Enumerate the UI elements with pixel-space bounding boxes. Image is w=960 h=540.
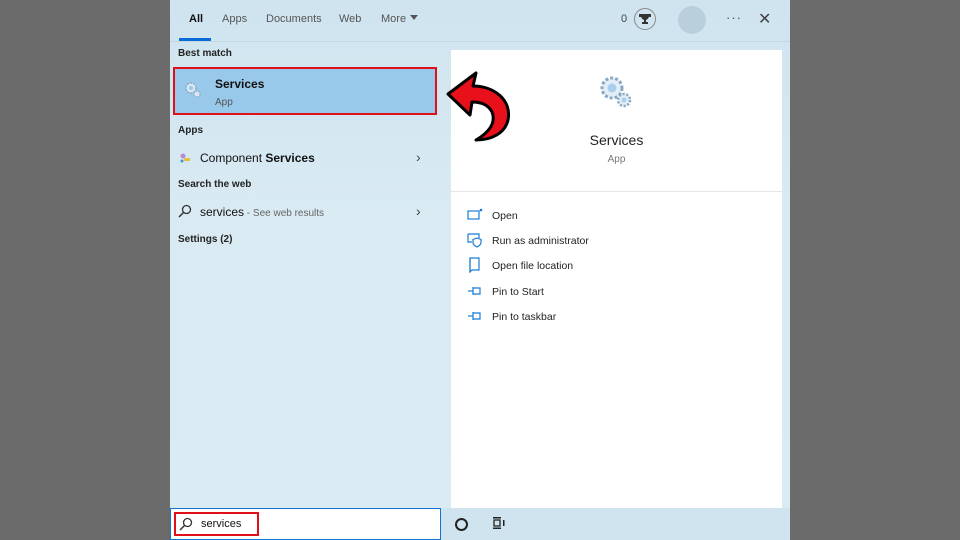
action-label: Run as administrator xyxy=(492,235,589,247)
chevron-right-icon[interactable]: › xyxy=(416,149,421,165)
gears-icon xyxy=(598,74,634,115)
chevron-down-icon xyxy=(410,15,419,20)
divider xyxy=(451,191,782,192)
more-options-icon[interactable]: ··· xyxy=(726,10,742,25)
result-label: Component Services xyxy=(200,151,315,165)
result-label-prefix: Component xyxy=(200,151,266,165)
settings-heading[interactable]: Settings (2) xyxy=(178,234,232,245)
run-as-admin-icon xyxy=(467,232,483,248)
user-avatar[interactable] xyxy=(678,6,706,34)
tab-documents[interactable]: Documents xyxy=(266,13,322,25)
search-highlight-annotation xyxy=(174,512,259,536)
apps-heading: Apps xyxy=(178,125,203,136)
action-label: Open xyxy=(492,210,518,222)
rewards-points: 0 xyxy=(621,13,628,25)
result-component-services[interactable]: Component Services › xyxy=(170,145,442,171)
best-match-heading: Best match xyxy=(178,48,232,59)
result-label-match: Services xyxy=(265,151,315,165)
tab-web[interactable]: Web xyxy=(339,13,361,25)
results-list: Best match Services App Apps Component S… xyxy=(170,41,442,508)
open-icon xyxy=(467,207,483,223)
tab-apps[interactable]: Apps xyxy=(222,13,247,25)
action-label: Open file location xyxy=(492,260,574,272)
web-query: services xyxy=(200,205,245,219)
web-suffix: - See web results xyxy=(244,208,325,219)
search-icon xyxy=(178,204,192,223)
tab-more[interactable]: More xyxy=(381,13,419,25)
result-web-search[interactable]: services - See web results › xyxy=(170,199,442,225)
action-label: Pin to Start xyxy=(492,286,544,298)
gears-icon xyxy=(184,81,202,104)
best-match-services[interactable]: Services App xyxy=(173,67,437,115)
pin-icon xyxy=(467,283,483,299)
action-label: Pin to taskbar xyxy=(492,311,557,323)
chevron-right-icon[interactable]: › xyxy=(416,203,421,219)
best-match-title: Services xyxy=(215,77,265,91)
search-tabs-bar: All Apps Documents Web More 0 ··· ✕ xyxy=(170,0,790,42)
trophy-icon[interactable] xyxy=(634,8,656,30)
pin-icon xyxy=(467,308,483,324)
task-view-icon[interactable] xyxy=(492,516,506,535)
red-arrow-annotation xyxy=(446,71,511,142)
close-icon[interactable]: ✕ xyxy=(758,9,771,29)
web-result-label: services - See web results xyxy=(200,205,324,219)
component-services-icon xyxy=(179,151,191,169)
preview-subtitle: App xyxy=(607,154,626,165)
search-web-heading: Search the web xyxy=(178,179,252,190)
cortana-icon[interactable] xyxy=(455,518,468,531)
tab-all[interactable]: All xyxy=(189,13,203,25)
taskbar xyxy=(441,508,790,540)
tab-more-label: More xyxy=(381,13,407,25)
file-location-icon xyxy=(467,257,483,274)
best-match-subtitle: App xyxy=(215,97,233,108)
